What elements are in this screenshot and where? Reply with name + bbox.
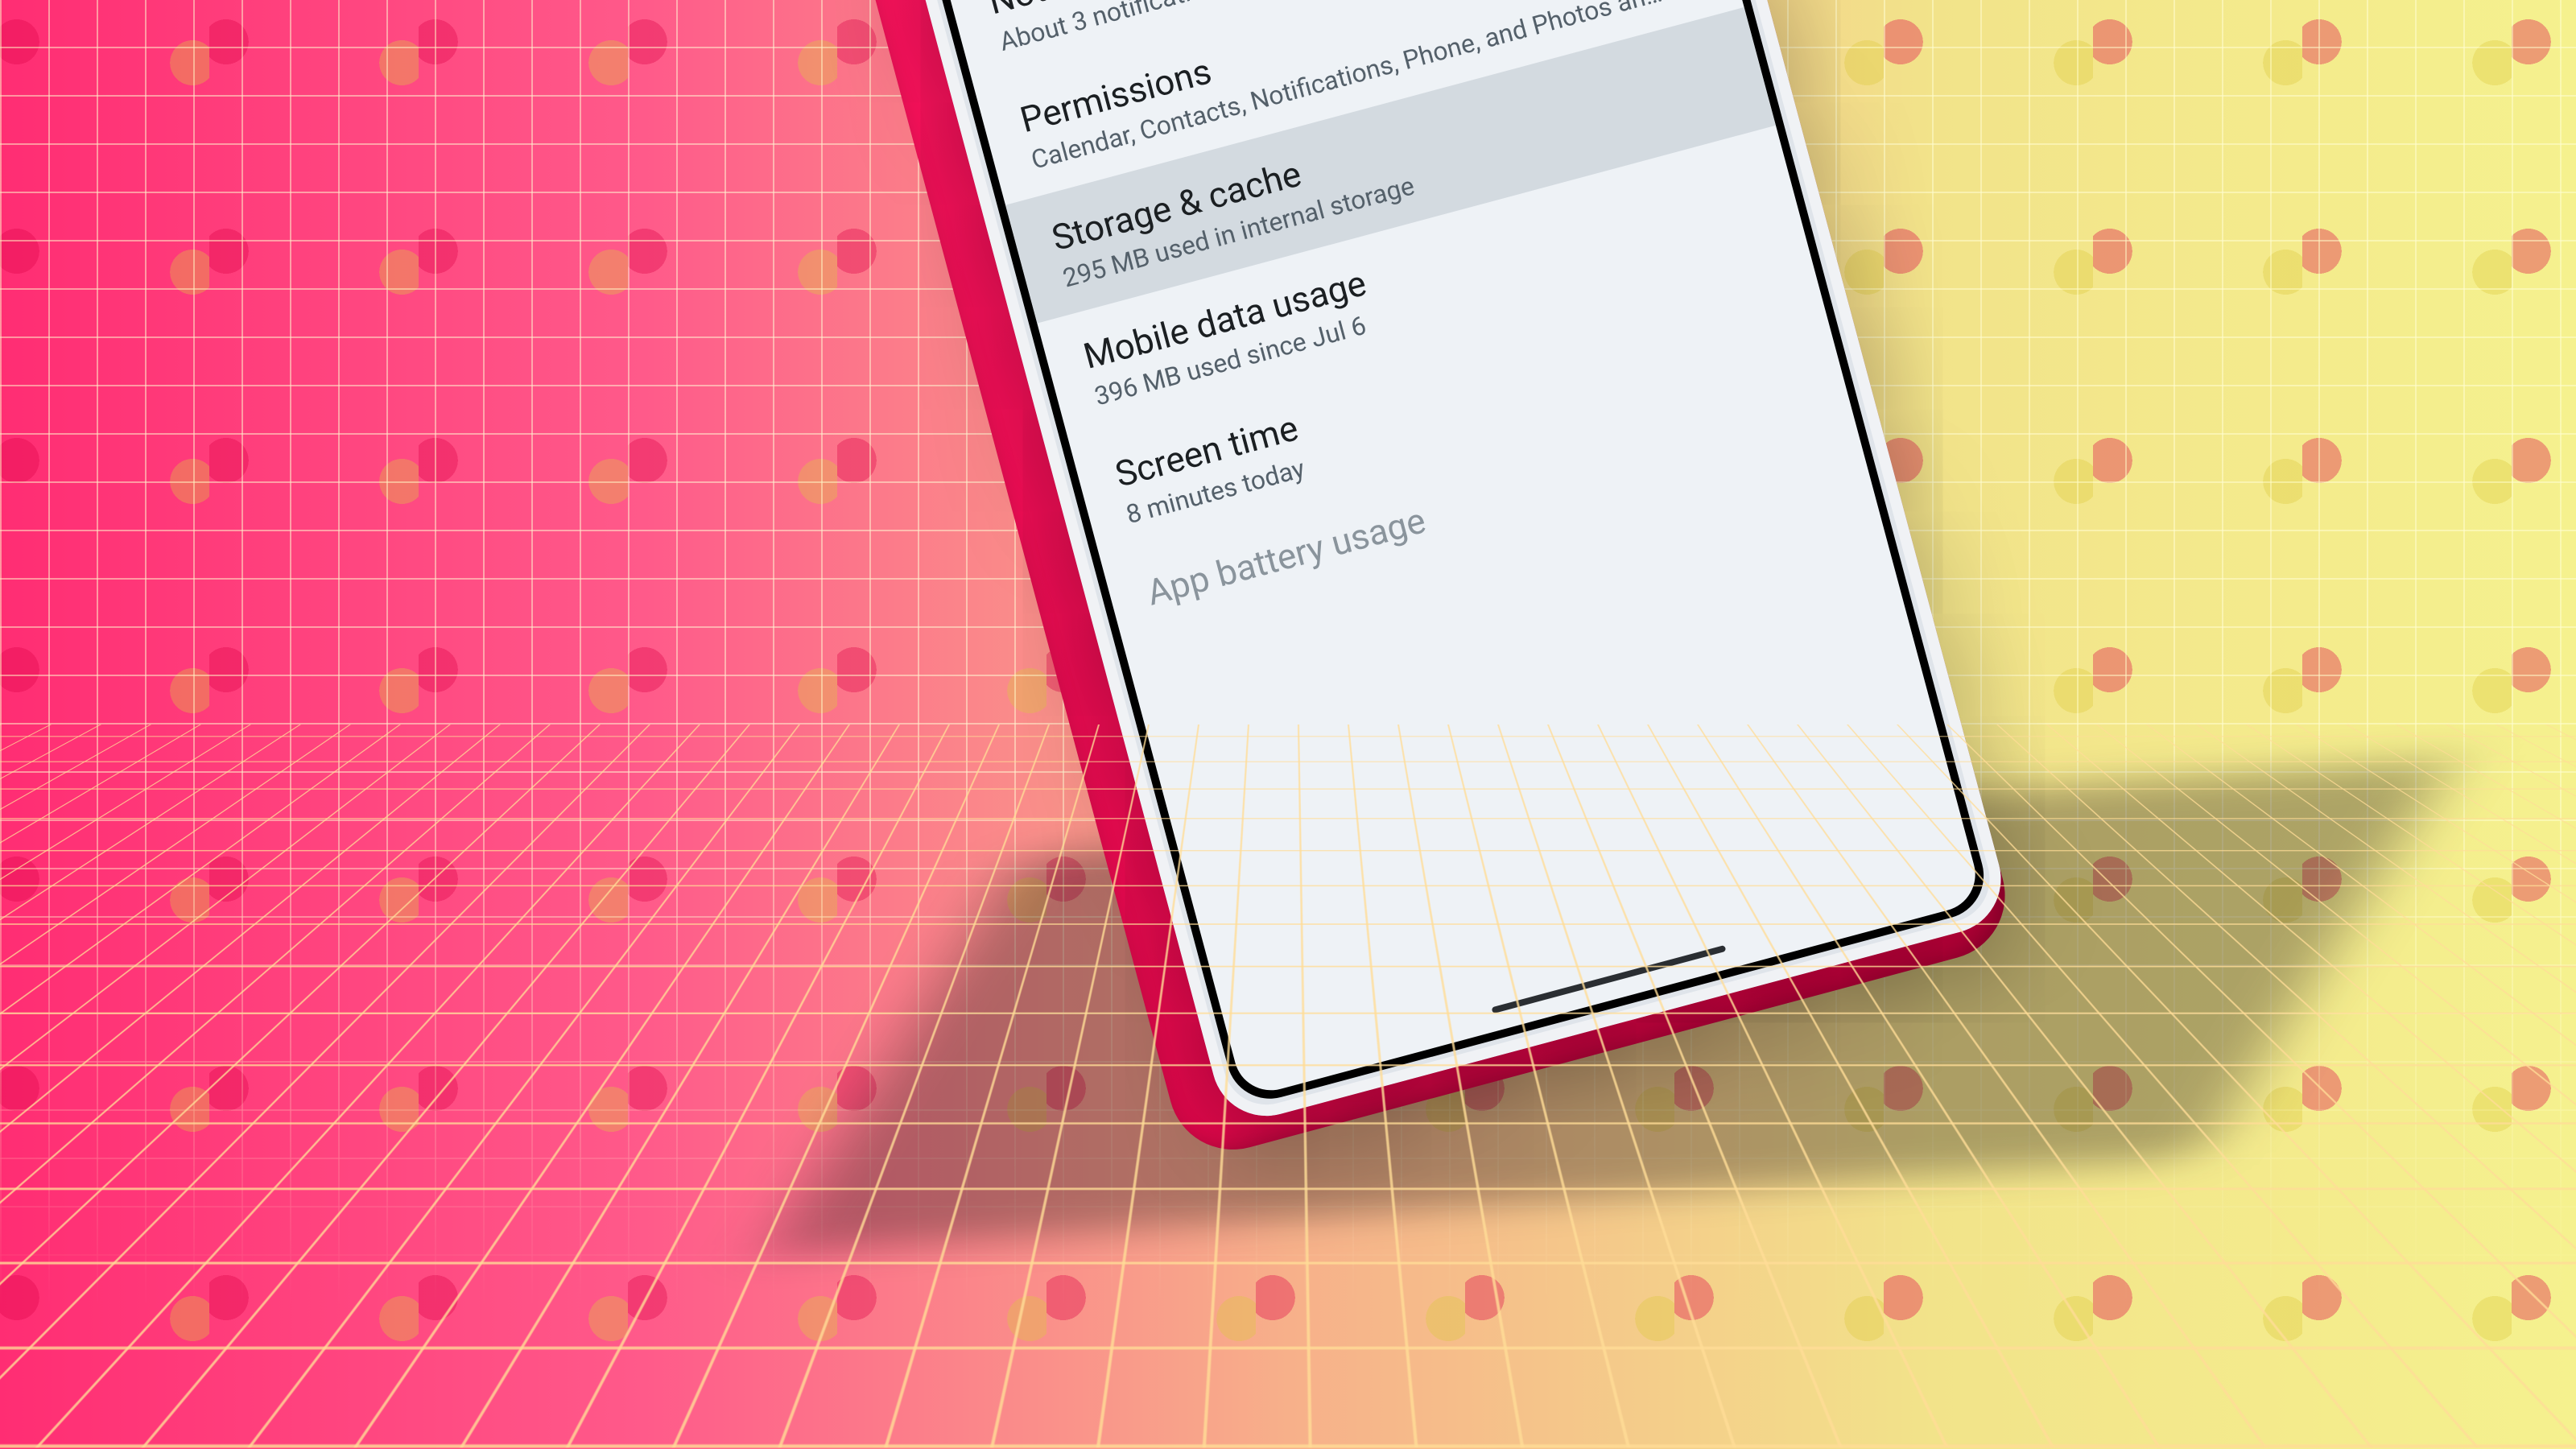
promo-backdrop: Open Disable Force stop — [0, 0, 2576, 1449]
gesture-bar[interactable] — [1492, 945, 1727, 1013]
app-info-list: Notifications About 3 notifications per … — [942, 0, 1973, 1061]
phone-mockup: Open Disable Force stop — [869, 0, 2013, 1128]
phone-shadow — [769, 760, 2451, 1253]
